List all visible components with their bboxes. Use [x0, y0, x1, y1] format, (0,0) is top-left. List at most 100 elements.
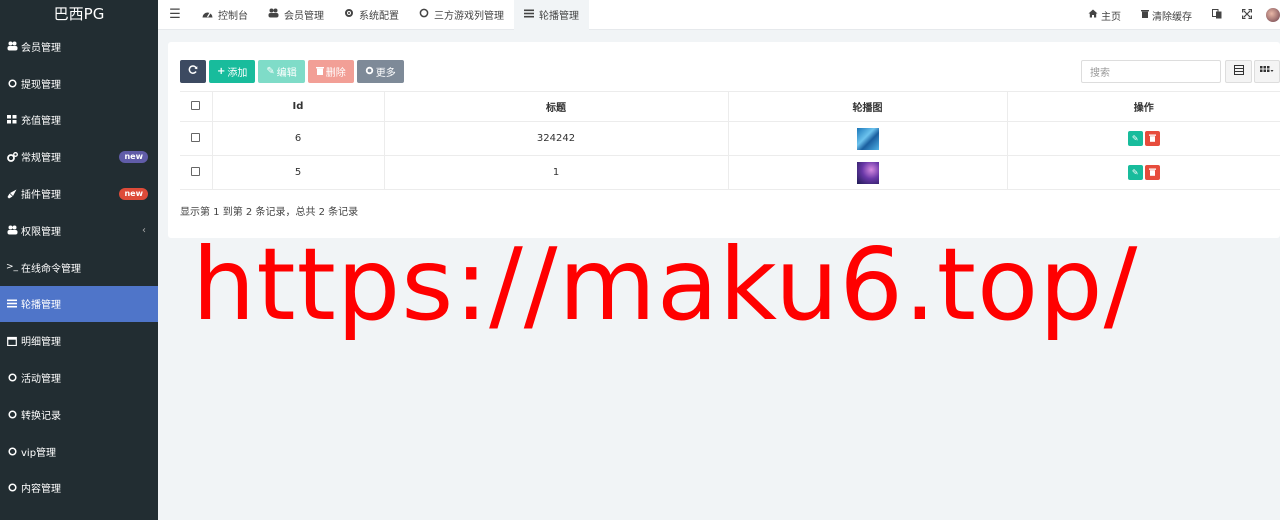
sidebar-item-label: 在线命令管理 [21, 263, 81, 275]
carousel-thumbnail[interactable] [856, 161, 879, 184]
table-header-row: Id 标题 轮播图 操作 [180, 91, 1280, 122]
sidebar-item-general[interactable]: 常规管理 new [0, 138, 158, 175]
sidebar-item-activities[interactable]: 活动管理 [0, 359, 158, 396]
list-icon [524, 9, 534, 21]
sidebar-item-label: 轮播管理 [21, 300, 61, 312]
more-button[interactable]: 更多 [356, 60, 404, 83]
circle-icon [6, 482, 18, 494]
refresh-button[interactable] [180, 60, 206, 83]
menu-toggle-icon[interactable]: ☰ [158, 7, 192, 22]
row-delete-button[interactable] [1144, 165, 1160, 180]
tab-members[interactable]: 会员管理 [258, 0, 334, 30]
sidebar-item-vip[interactable]: vip管理 [0, 433, 158, 470]
cell-image [728, 155, 1008, 190]
delete-button[interactable]: 删除 [307, 60, 354, 83]
sidebar-item-label: 提现管理 [21, 79, 61, 91]
sidebar-item-label: 内容管理 [21, 484, 61, 496]
sidebar-item-withdraw[interactable]: 提现管理 [0, 65, 158, 102]
trash-icon [315, 66, 324, 78]
cell-ops: ✎ [1007, 121, 1280, 156]
columns-icon [1260, 65, 1274, 78]
sidebar-menu: 会员管理 提现管理 充值管理 常规管理 new 插件管理 new 权限管理 ‹ … [0, 28, 158, 506]
tab-dashboard[interactable]: 控制台 [192, 0, 258, 30]
pencil-icon: ✎ [1131, 168, 1139, 177]
cogs-icon [6, 151, 18, 163]
sidebar-item-plugins[interactable]: 插件管理 new [0, 175, 158, 212]
sidebar-item-members[interactable]: 会员管理 [0, 28, 158, 65]
row-edit-button[interactable]: ✎ [1127, 165, 1143, 180]
sidebar-item-label: 权限管理 [21, 226, 61, 238]
sidebar-item-carousel[interactable]: 轮播管理 [0, 285, 158, 323]
table-view-icon [1233, 65, 1244, 78]
sidebar-item-label: 转换记录 [21, 410, 61, 422]
top-navbar: ☰ 控制台 会员管理 系统配置 三方游戏列管理 轮播管理 主页 清除缓存 [158, 0, 1280, 30]
tab-carousel[interactable]: 轮播管理 [514, 0, 589, 30]
cell-id: 6 [212, 121, 385, 156]
row-select-cell [180, 121, 213, 156]
sidebar-item-label: 会员管理 [21, 42, 61, 54]
column-header-title[interactable]: 标题 [384, 91, 729, 122]
edit-button[interactable]: ✎ 编辑 [258, 60, 305, 83]
sidebar-item-label: 充值管理 [21, 116, 61, 128]
top-right-actions: 主页 清除缓存 [1078, 0, 1280, 30]
table-row[interactable]: 6 324242 ✎ [180, 121, 1280, 156]
tab-label: 会员管理 [284, 11, 324, 22]
trash-icon [1148, 168, 1156, 178]
circle-icon [6, 372, 18, 384]
cell-ops: ✎ [1007, 155, 1280, 190]
users-icon [268, 8, 279, 21]
sidebar: 巴西PG 会员管理 提现管理 充值管理 常规管理 new 插件管理 new 权限… [0, 0, 158, 520]
cog-icon [365, 66, 374, 78]
pagination-info: 显示第 1 到第 2 条记录，总共 2 条记录 [180, 207, 359, 218]
clear-cache-button[interactable]: 清除缓存 [1131, 8, 1202, 23]
refresh-icon [188, 65, 198, 78]
column-header-id[interactable]: Id [212, 91, 385, 122]
cell-id: 5 [212, 155, 385, 190]
dashboard-icon [202, 9, 213, 21]
fullscreen-icon [1241, 8, 1253, 22]
grid-icon [6, 114, 18, 126]
add-button[interactable]: + 添加 [209, 60, 256, 83]
circle-icon [6, 445, 18, 457]
language-button[interactable] [1202, 8, 1232, 22]
sidebar-item-conversions[interactable]: 转换记录 [0, 396, 158, 433]
home-link[interactable]: 主页 [1078, 8, 1131, 23]
sidebar-item-content[interactable]: 内容管理 [0, 470, 158, 507]
search-input[interactable]: 搜索 [1081, 60, 1221, 83]
avatar[interactable] [1266, 8, 1280, 22]
column-header-image[interactable]: 轮播图 [728, 91, 1008, 122]
sidebar-item-permissions[interactable]: 权限管理 ‹ [0, 212, 158, 249]
columns-dropdown-button[interactable] [1254, 60, 1280, 83]
select-all-checkbox[interactable] [191, 100, 201, 110]
carousel-thumbnail[interactable] [856, 127, 879, 150]
sidebar-item-online-command[interactable]: >_ 在线命令管理 [0, 249, 158, 286]
row-edit-button[interactable]: ✎ [1127, 131, 1143, 146]
plus-icon: + [217, 66, 226, 77]
sidebar-item-recharge[interactable]: 充值管理 [0, 102, 158, 139]
sidebar-item-label: 活动管理 [21, 374, 61, 386]
cog-icon [344, 8, 354, 21]
row-checkbox[interactable] [191, 166, 201, 176]
row-delete-button[interactable] [1144, 131, 1160, 146]
content-panel: + 添加 ✎ 编辑 删除 更多 搜索 Id 标题 轮播图 操作 6 324242… [168, 42, 1280, 238]
tab-third-party-games[interactable]: 三方游戏列管理 [409, 0, 514, 30]
row-checkbox[interactable] [191, 132, 201, 142]
add-label: 添加 [227, 68, 248, 79]
row-select-cell [180, 155, 213, 190]
app-logo[interactable]: 巴西PG [0, 0, 158, 28]
home-label: 主页 [1101, 11, 1121, 23]
users-icon [6, 224, 18, 236]
new-badge: new [119, 187, 148, 200]
list-icon [6, 298, 18, 310]
new-badge: new [119, 150, 148, 163]
sidebar-item-label: 插件管理 [21, 190, 61, 202]
sidebar-item-details[interactable]: 明细管理 [0, 322, 158, 359]
terminal-icon: >_ [5, 262, 19, 273]
toggle-view-button[interactable] [1225, 60, 1252, 83]
tab-label: 轮播管理 [539, 11, 579, 22]
fullscreen-button[interactable] [1232, 8, 1262, 22]
cell-title: 1 [384, 155, 729, 190]
translate-icon [1212, 8, 1222, 22]
table-row[interactable]: 5 1 ✎ [180, 155, 1280, 190]
tab-system-config[interactable]: 系统配置 [334, 0, 409, 30]
